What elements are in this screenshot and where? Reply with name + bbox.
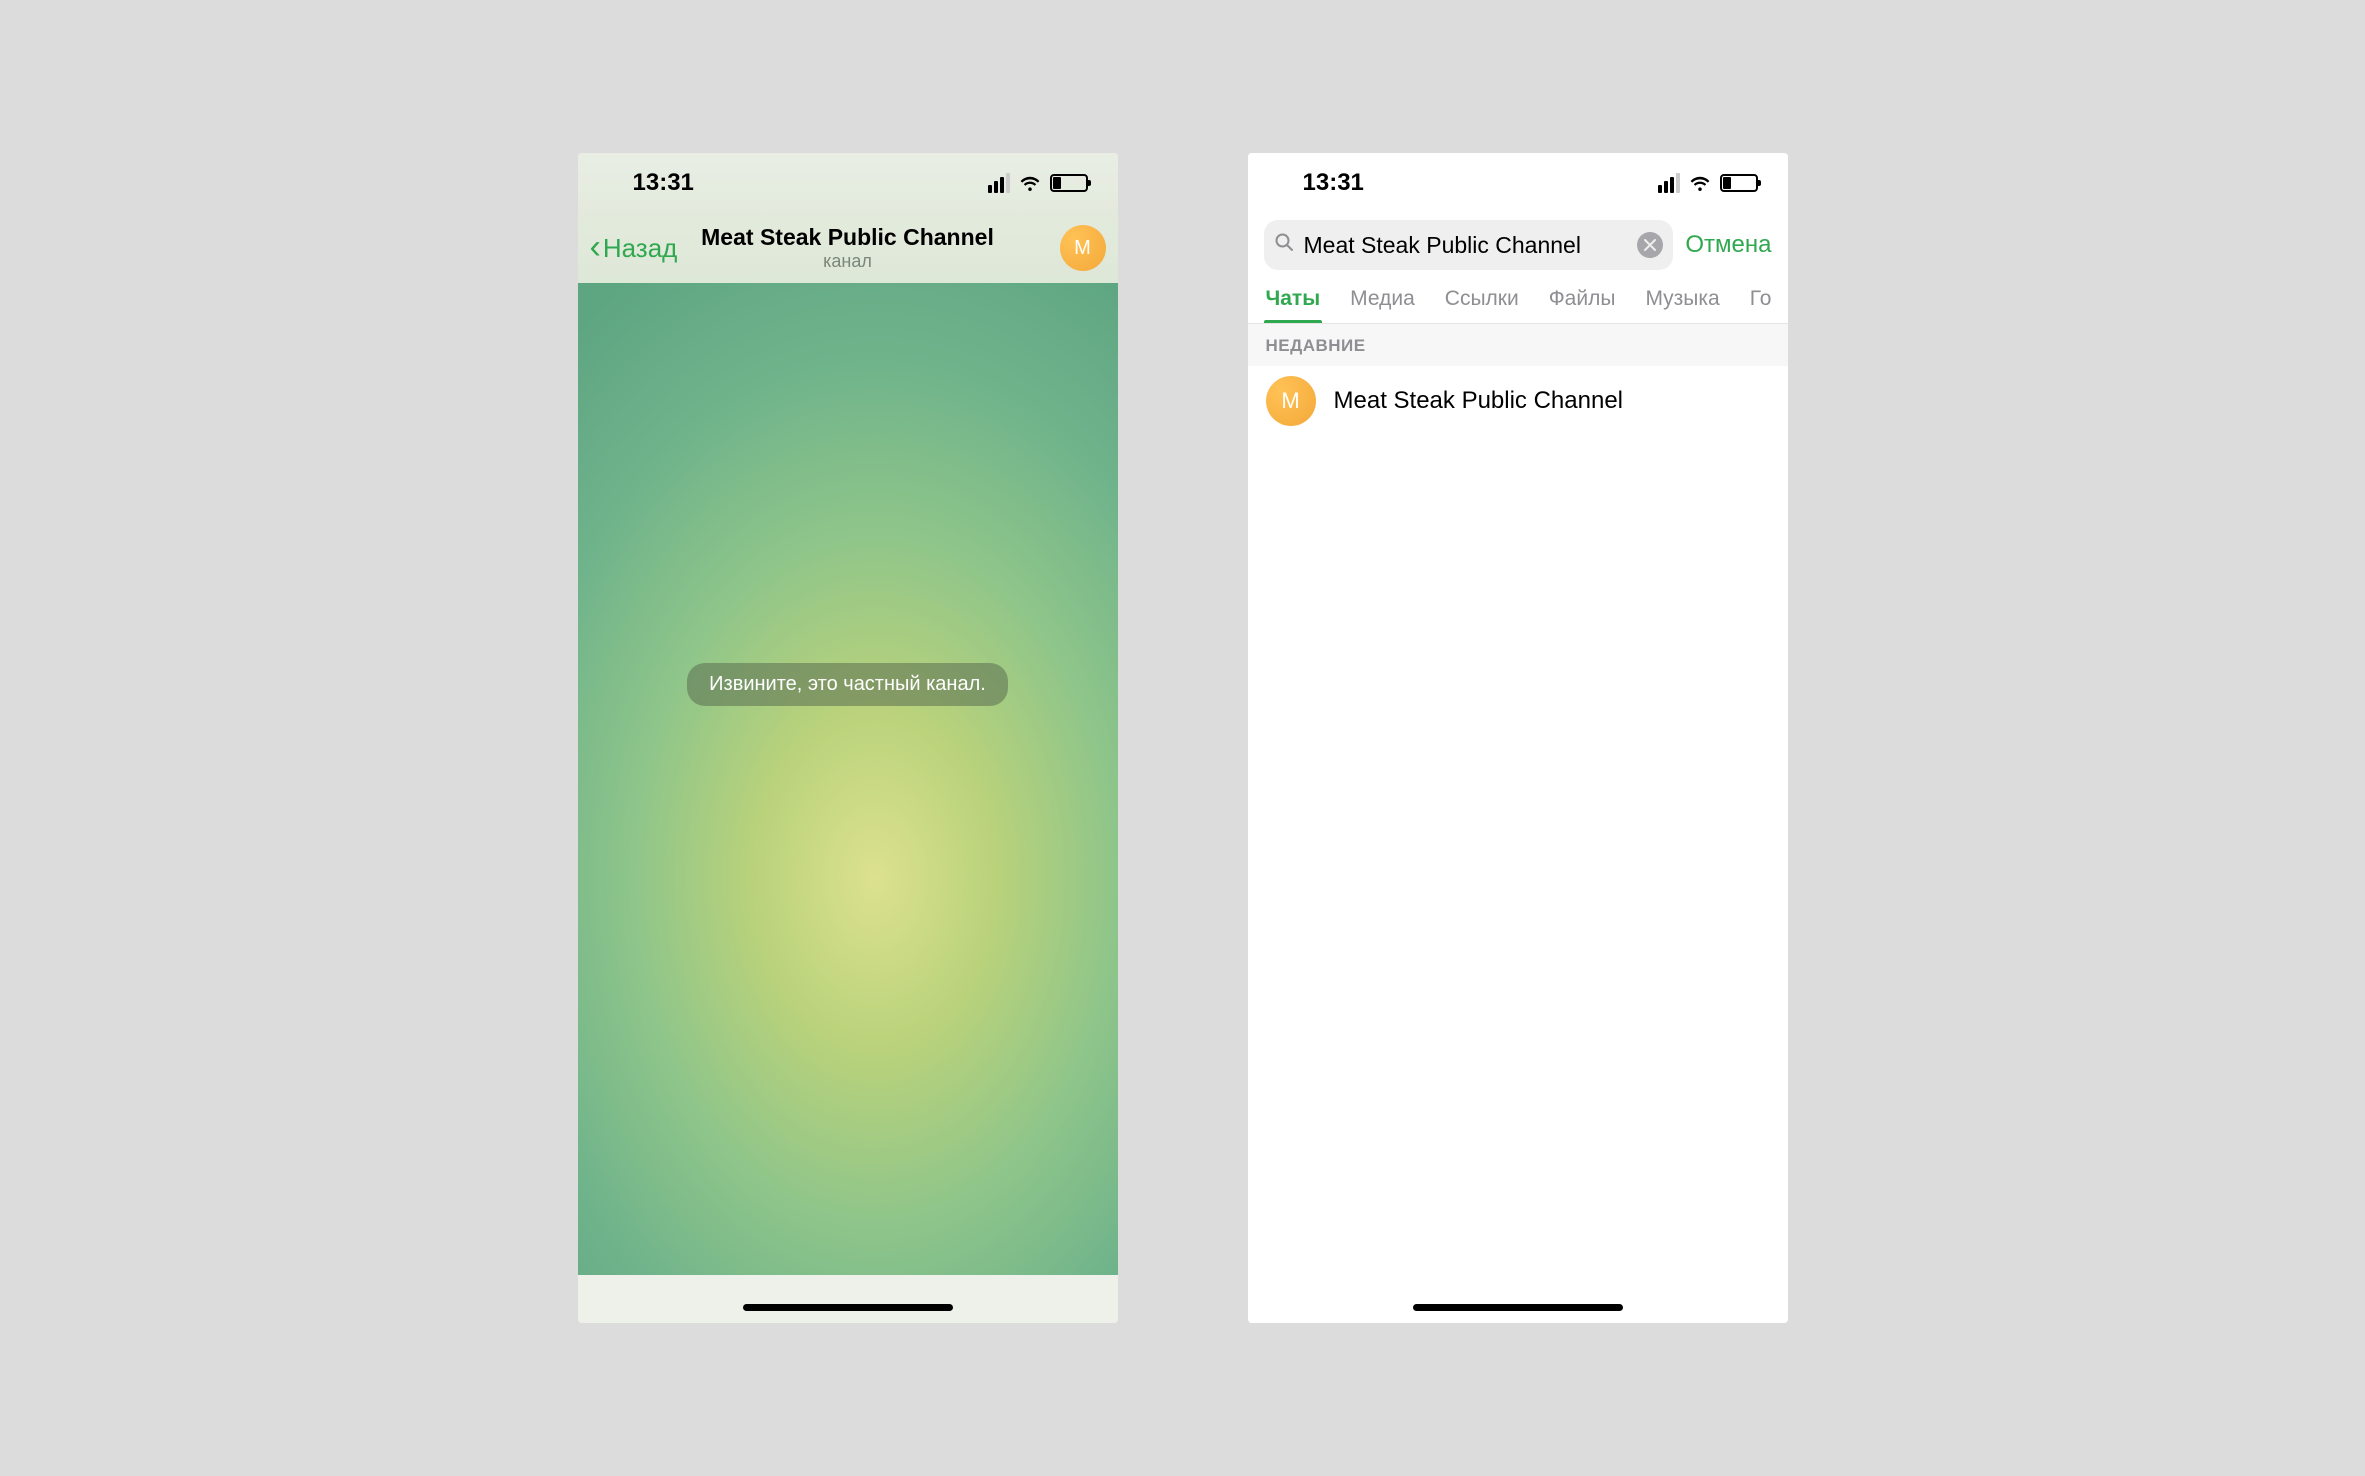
tab-music[interactable]: Музыка bbox=[1645, 287, 1719, 323]
section-recent-label: НЕДАВНИЕ bbox=[1248, 324, 1788, 366]
home-indicator[interactable] bbox=[1413, 1304, 1623, 1311]
status-time: 13:31 bbox=[1303, 169, 1364, 197]
wifi-icon bbox=[1018, 174, 1042, 192]
cellular-signal-icon bbox=[988, 173, 1010, 193]
status-bar: 13:31 bbox=[578, 153, 1118, 213]
channel-avatar[interactable]: M bbox=[1060, 225, 1106, 271]
search-icon bbox=[1274, 232, 1294, 258]
back-label: Назад bbox=[603, 233, 678, 264]
chat-title: Meat Steak Public Channel bbox=[701, 224, 994, 251]
search-results: НЕДАВНИЕ M Meat Steak Public Channel bbox=[1248, 324, 1788, 1283]
tab-chats[interactable]: Чаты bbox=[1266, 287, 1321, 323]
clear-search-button[interactable] bbox=[1637, 232, 1663, 258]
tab-media[interactable]: Медиа bbox=[1350, 287, 1415, 323]
bottom-safe-area bbox=[578, 1275, 1118, 1323]
status-time: 13:31 bbox=[633, 169, 694, 197]
search-row: Meat Steak Public Channel Отмена bbox=[1248, 213, 1788, 277]
status-icons bbox=[1658, 173, 1758, 193]
search-result-item[interactable]: M Meat Steak Public Channel bbox=[1248, 366, 1788, 436]
cellular-signal-icon bbox=[1658, 173, 1680, 193]
channel-view-screen: 13:31 ‹ Назад Meat Steak Public Channel … bbox=[578, 153, 1118, 1323]
result-title: Meat Steak Public Channel bbox=[1334, 387, 1624, 415]
status-icons bbox=[988, 173, 1088, 193]
battery-icon bbox=[1720, 174, 1758, 192]
tab-links[interactable]: Ссылки bbox=[1445, 287, 1519, 323]
battery-icon bbox=[1050, 174, 1088, 192]
search-screen: 13:31 Meat Steak Public Channel Отмена Ч… bbox=[1248, 153, 1788, 1323]
wifi-icon bbox=[1688, 174, 1712, 192]
chat-header: ‹ Назад Meat Steak Public Channel канал … bbox=[578, 213, 1118, 283]
home-indicator[interactable] bbox=[743, 1304, 953, 1311]
private-channel-notice: Извините, это частный канал. bbox=[687, 663, 1008, 706]
back-button[interactable]: ‹ Назад bbox=[590, 232, 678, 264]
chat-body: Извините, это частный канал. bbox=[578, 283, 1118, 1275]
chat-title-block[interactable]: Meat Steak Public Channel канал bbox=[701, 224, 994, 272]
chevron-left-icon: ‹ bbox=[590, 230, 601, 264]
bottom-safe-area bbox=[1248, 1283, 1788, 1323]
status-bar: 13:31 bbox=[1248, 153, 1788, 213]
tab-files[interactable]: Файлы bbox=[1549, 287, 1616, 323]
search-input[interactable]: Meat Steak Public Channel bbox=[1264, 220, 1674, 270]
result-avatar: M bbox=[1266, 376, 1316, 426]
chat-subtitle: канал bbox=[701, 251, 994, 272]
tab-voice[interactable]: Го bbox=[1750, 287, 1772, 323]
search-input-value: Meat Steak Public Channel bbox=[1304, 232, 1628, 259]
cancel-button[interactable]: Отмена bbox=[1685, 231, 1771, 259]
search-filter-tabs: Чаты Медиа Ссылки Файлы Музыка Го bbox=[1248, 277, 1788, 324]
